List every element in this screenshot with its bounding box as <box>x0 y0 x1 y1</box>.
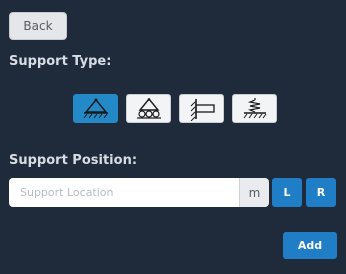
back-button[interactable]: Back <box>9 12 67 40</box>
support-position-label: Support Position: <box>9 153 138 168</box>
left-button[interactable]: L <box>272 178 302 207</box>
right-button[interactable]: R <box>306 178 336 207</box>
pin-support-button[interactable] <box>73 94 118 123</box>
unit-label: m <box>239 178 269 207</box>
pin-support-icon <box>83 98 108 118</box>
fixed-support-icon <box>190 98 215 121</box>
support-location-group: m <box>9 178 269 207</box>
add-button[interactable]: Add <box>283 232 337 259</box>
spring-support-button[interactable] <box>232 94 277 123</box>
support-type-selector <box>73 94 277 123</box>
spring-support-icon <box>243 97 266 118</box>
roller-support-icon <box>136 97 161 119</box>
support-type-label: Support Type: <box>9 54 112 69</box>
support-location-input[interactable] <box>9 178 239 207</box>
roller-support-button[interactable] <box>126 94 171 123</box>
fixed-support-button[interactable] <box>179 94 224 123</box>
